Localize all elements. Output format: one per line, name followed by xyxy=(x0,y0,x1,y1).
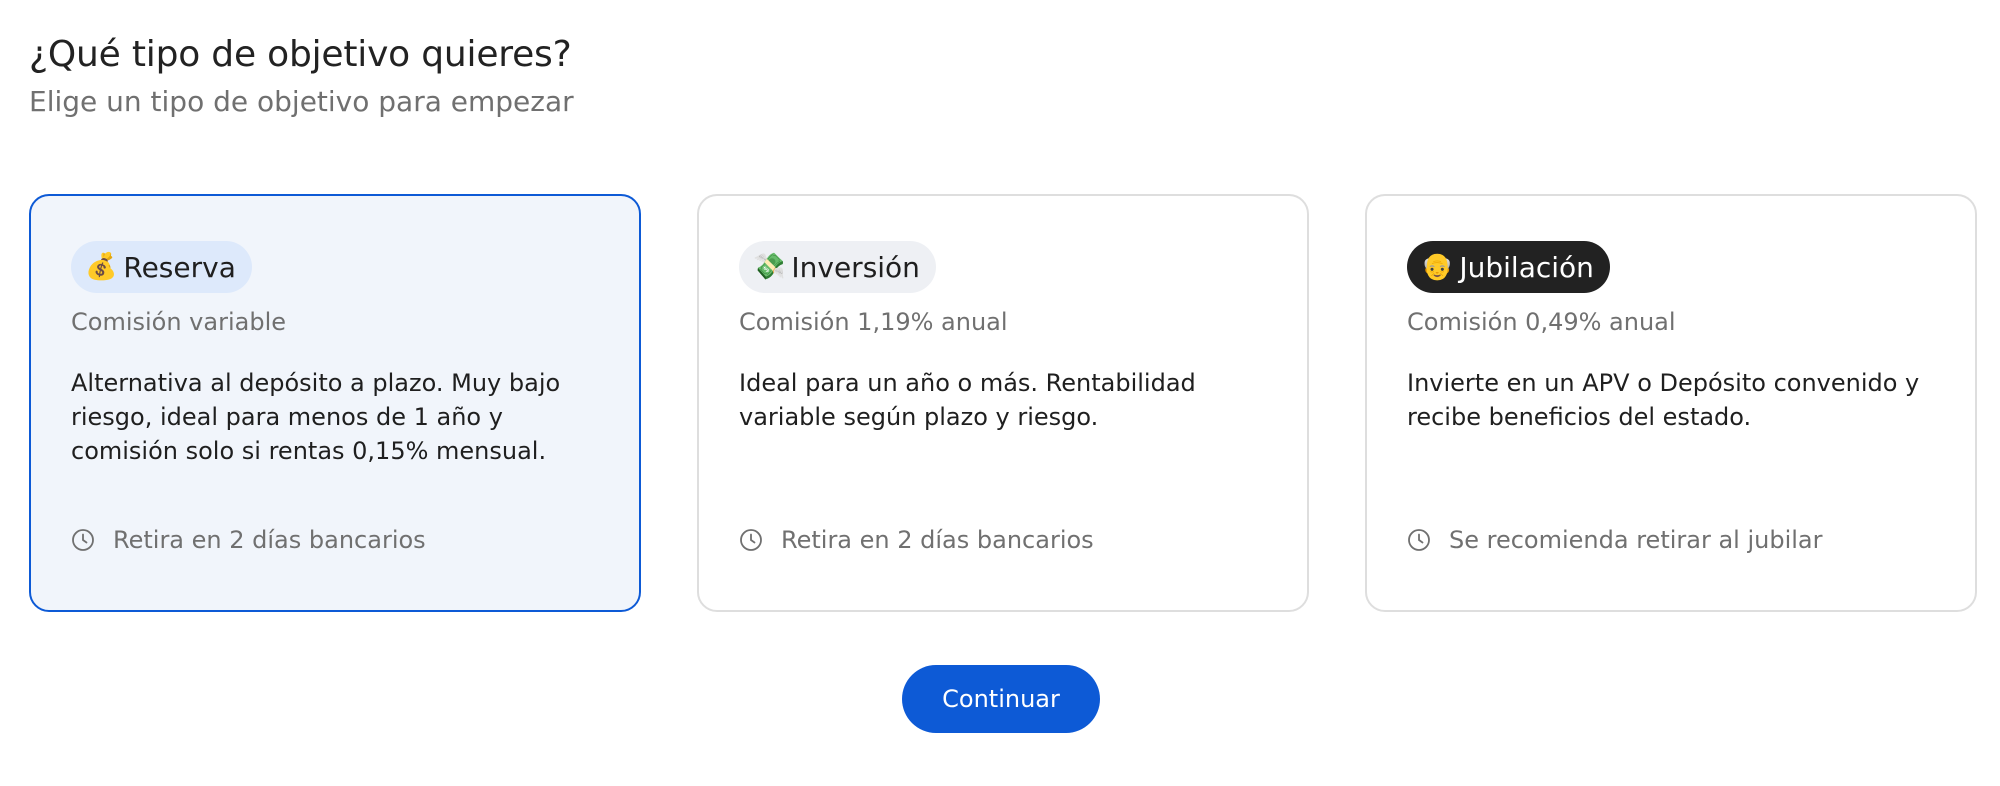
clock-icon xyxy=(1408,529,1430,551)
goal-withdrawal-text: Retira en 2 días bancarios xyxy=(113,526,426,554)
goal-label: Jubilación xyxy=(1459,250,1594,284)
goal-card-jubilacion[interactable]: 👴 Jubilación Comisión 0,49% anual Invier… xyxy=(1365,194,1977,612)
goal-card-inversion[interactable]: 💸 Inversión Comisión 1,19% anual Ideal p… xyxy=(697,194,1309,612)
goal-withdrawal-text: Retira en 2 días bancarios xyxy=(781,526,1094,554)
clock-icon xyxy=(740,529,762,551)
goal-commission: Comisión variable xyxy=(71,308,287,336)
goal-badge-inversion: 💸 Inversión xyxy=(739,241,936,293)
goal-type-cards: 💰 Reserva Comisión variable Alternativa … xyxy=(29,194,1977,612)
goal-description: Alternativa al depósito a plazo. Muy baj… xyxy=(71,369,561,465)
goal-commission: Comisión 0,49% anual xyxy=(1407,308,1676,336)
goal-withdrawal-info: Retira en 2 días bancarios xyxy=(71,526,426,554)
goal-description: Ideal para un año o más. Rentabilidad va… xyxy=(739,369,1196,431)
goal-badge-reserva: 💰 Reserva xyxy=(71,241,252,293)
page-header: ¿Qué tipo de objetivo quieres? Elige un … xyxy=(29,34,574,118)
page-subtitle: Elige un tipo de objetivo para empezar xyxy=(29,85,574,118)
goal-withdrawal-info: Retira en 2 días bancarios xyxy=(739,526,1094,554)
continue-button[interactable]: Continuar xyxy=(902,665,1100,733)
goal-card-reserva[interactable]: 💰 Reserva Comisión variable Alternativa … xyxy=(29,194,641,612)
clock-icon xyxy=(72,529,94,551)
goal-label: Inversión xyxy=(791,250,920,284)
goal-withdrawal-info: Se recomienda retirar al jubilar xyxy=(1407,526,1823,554)
goal-label: Reserva xyxy=(123,250,236,284)
goal-description: Invierte en un APV o Depósito convenido … xyxy=(1407,369,1920,431)
money-with-wings-icon: 💸 xyxy=(753,252,786,282)
older-person-icon: 👴 xyxy=(1421,252,1454,282)
goal-withdrawal-text: Se recomienda retirar al jubilar xyxy=(1449,526,1823,554)
goal-commission: Comisión 1,19% anual xyxy=(739,308,1008,336)
page-title: ¿Qué tipo de objetivo quieres? xyxy=(29,34,572,75)
money-bag-icon: 💰 xyxy=(85,252,118,282)
goal-badge-jubilacion: 👴 Jubilación xyxy=(1407,241,1610,293)
